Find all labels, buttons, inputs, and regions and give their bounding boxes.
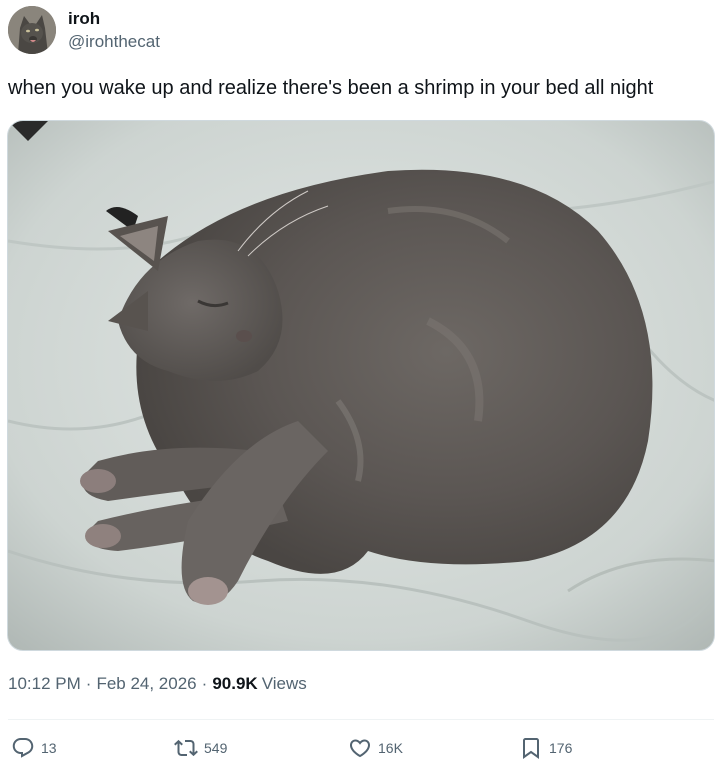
reply-icon (12, 738, 34, 758)
repost-icon (174, 739, 198, 757)
cat-avatar-icon (8, 6, 56, 54)
tweet-text: when you wake up and realize there's bee… (8, 77, 654, 99)
bookmark-button[interactable]: 176 (519, 736, 572, 760)
bookmark-count: 176 (549, 740, 573, 756)
bookmark-icon (523, 738, 539, 759)
author-names: iroh @irohthecat (68, 8, 160, 52)
like-count: 16K (378, 740, 403, 756)
views-count: 90.9K (212, 674, 258, 693)
tweet-meta: 10:12 PM · Feb 24, 2026 · 90.9K Views (8, 674, 307, 694)
views-label: Views (261, 674, 307, 693)
avatar[interactable] (8, 6, 56, 54)
like-button[interactable]: 16K (348, 736, 403, 760)
repost-button[interactable]: 549 (174, 736, 227, 760)
cat-photo-icon (8, 121, 714, 650)
tweet-card: iroh @irohthecat when you wake up and re… (0, 0, 724, 775)
tweet-header: iroh @irohthecat (8, 6, 160, 54)
tweet-date[interactable]: Feb 24, 2026 (96, 674, 196, 694)
tweet-time[interactable]: 10:12 PM (8, 674, 81, 694)
divider (8, 719, 714, 720)
action-bar: 13 549 16K 176 (8, 736, 714, 764)
reply-button[interactable]: 13 (11, 736, 57, 760)
tweet-photo[interactable] (7, 120, 715, 651)
display-name[interactable]: iroh (68, 8, 160, 29)
heart-icon (349, 739, 371, 758)
reply-count: 13 (41, 740, 57, 756)
meta-separator: · (201, 674, 208, 693)
user-handle[interactable]: @irohthecat (68, 31, 160, 52)
meta-separator: · (85, 674, 92, 693)
repost-count: 549 (204, 740, 228, 756)
